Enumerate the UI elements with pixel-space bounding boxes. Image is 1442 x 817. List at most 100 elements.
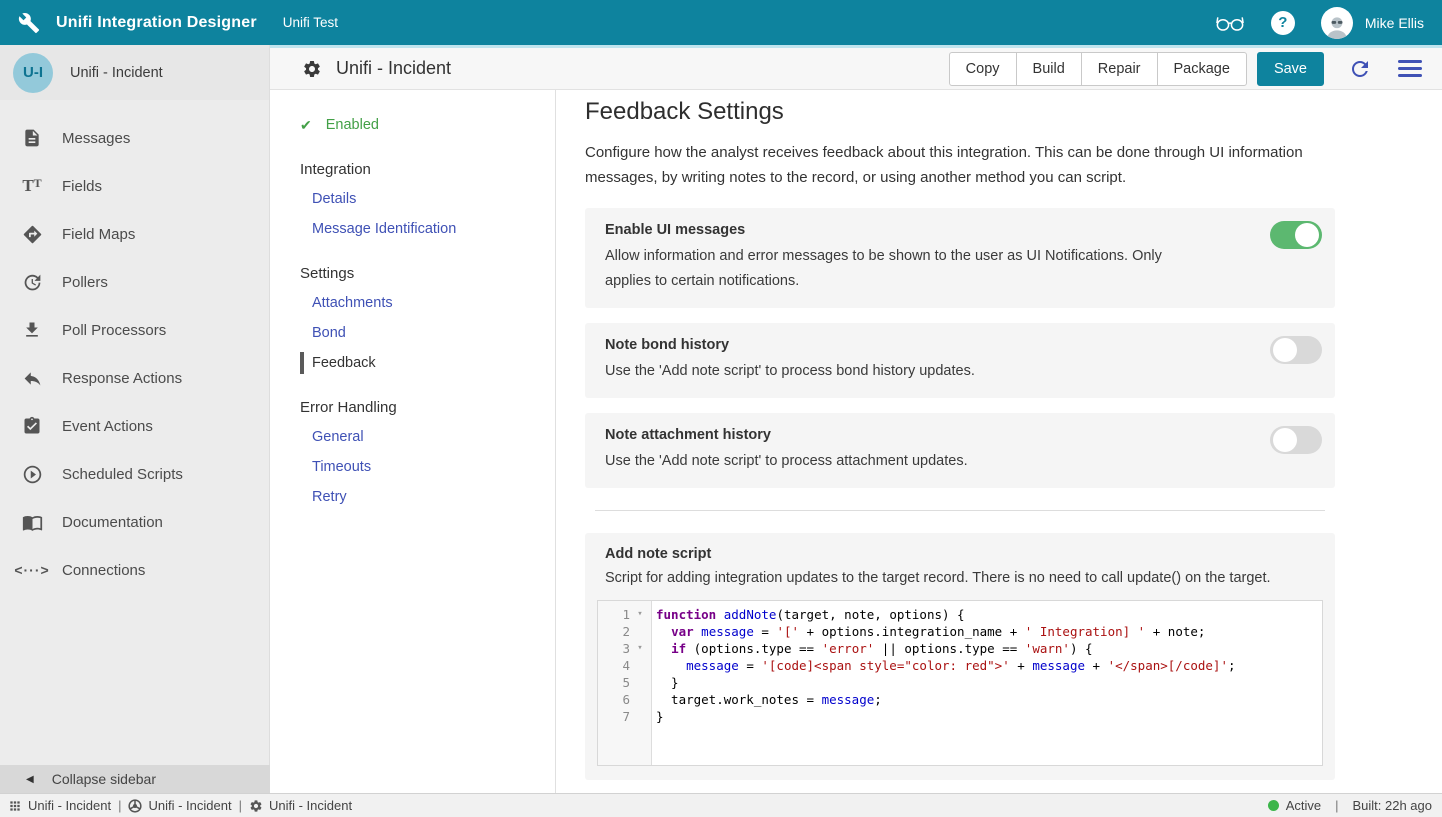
integration-avatar: U-I <box>13 53 53 93</box>
reply-icon <box>20 368 44 389</box>
setting-row-note-bond-history: Note bond history Use the 'Add note scri… <box>585 323 1335 398</box>
nav-link-timeouts[interactable]: Timeouts <box>300 452 555 482</box>
note-attachment-history-toggle[interactable] <box>1270 426 1322 454</box>
repair-button[interactable]: Repair <box>1081 52 1158 86</box>
sidebar-item-label: Poll Processors <box>62 322 166 339</box>
active-status-label: Active <box>1286 798 1321 813</box>
enable-ui-messages-toggle[interactable] <box>1270 221 1322 249</box>
menu-button[interactable] <box>1396 54 1424 83</box>
setting-description: Use the 'Add note script' to process bon… <box>605 359 1165 384</box>
check-icon: ✔ <box>300 117 312 134</box>
page-title: Feedback Settings <box>585 98 1335 126</box>
sidebar-item-label: Documentation <box>62 514 163 531</box>
gear-icon <box>302 59 322 79</box>
content-area: ✔ Enabled Integration Details Message Id… <box>270 90 1442 793</box>
copy-button[interactable]: Copy <box>949 52 1017 86</box>
sidebar-item-label: Scheduled Scripts <box>62 466 183 483</box>
add-note-script-section: Add note script Script for adding integr… <box>585 533 1335 780</box>
page-context-title: Unifi - Incident <box>336 58 451 79</box>
nav-link-retry[interactable]: Retry <box>300 482 555 512</box>
setting-row-enable-ui-messages: Enable UI messages Allow information and… <box>585 208 1335 308</box>
sidebar-item-messages[interactable]: Messages <box>0 114 269 162</box>
code-brackets-icon: <···> <box>20 562 44 578</box>
nav-link-general[interactable]: General <box>300 422 555 452</box>
sidebar-menu: Messages TT Fields Field Maps Pollers Po… <box>0 100 269 594</box>
nav-link-bond[interactable]: Bond <box>300 318 555 348</box>
page-description: Configure how the analyst receives feedb… <box>585 140 1330 190</box>
note-bond-history-toggle[interactable] <box>1270 336 1322 364</box>
sidebar-item-pollers[interactable]: Pollers <box>0 258 269 306</box>
built-timestamp: Built: 22h ago <box>1352 798 1432 813</box>
sidebar-item-label: Pollers <box>62 274 108 291</box>
grid-icon <box>8 799 22 813</box>
header-actions: Copy Build Repair Package Save <box>949 52 1424 86</box>
play-circle-icon <box>20 464 44 485</box>
download-icon <box>20 320 44 340</box>
script-label: Add note script <box>597 546 1323 562</box>
collapse-arrow-icon: ◀ <box>26 774 34 785</box>
setting-label: Note bond history <box>605 337 1315 353</box>
enabled-status[interactable]: ✔ Enabled <box>300 110 555 140</box>
sidebar-item-event-actions[interactable]: Event Actions <box>0 402 269 450</box>
setting-label: Enable UI messages <box>605 222 1315 238</box>
wheel-icon <box>128 799 142 813</box>
sidebar-item-label: Fields <box>62 178 102 195</box>
nav-link-feedback[interactable]: Feedback <box>300 348 555 378</box>
script-description: Script for adding integration updates to… <box>597 570 1323 586</box>
statusbar-context-label: Unifi - Incident <box>148 798 231 813</box>
code-lines: function addNote(target, note, options) … <box>652 601 1236 765</box>
sidebar-item-label: Event Actions <box>62 418 153 435</box>
sidebar-item-label: Connections <box>62 562 145 579</box>
setting-description: Allow information and error messages to … <box>605 244 1165 294</box>
code-editor[interactable]: 1▾23▾4567 function addNote(target, note,… <box>597 600 1323 766</box>
active-status-dot <box>1268 800 1279 811</box>
collapse-sidebar-button[interactable]: ◀ Collapse sidebar <box>0 765 270 793</box>
save-button[interactable]: Save <box>1257 52 1324 86</box>
action-button-group: Copy Build Repair Package <box>949 52 1247 86</box>
nav-link-message-identification[interactable]: Message Identification <box>300 214 555 244</box>
sidebar-item-label: Response Actions <box>62 370 182 387</box>
setting-description: Use the 'Add note script' to process att… <box>605 449 1165 474</box>
sidebar-item-fields[interactable]: TT Fields <box>0 162 269 210</box>
refresh-button[interactable] <box>1346 55 1374 83</box>
user-name: Mike Ellis <box>1365 15 1424 31</box>
status-bar: Unifi - Incident | Unifi - Incident | Un… <box>0 793 1442 817</box>
code-gutter: 1▾23▾4567 <box>598 601 652 765</box>
nav-link-details[interactable]: Details <box>300 184 555 214</box>
user-avatar[interactable] <box>1321 7 1353 39</box>
top-app-bar: Unifi Integration Designer Unifi Test ? … <box>0 0 1442 45</box>
feedback-settings-panel: Feedback Settings Configure how the anal… <box>585 90 1335 793</box>
document-icon <box>20 128 44 148</box>
statusbar-context-integration[interactable]: Unifi - Incident <box>128 798 231 813</box>
sidebar-integration-title: Unifi - Incident <box>70 65 163 81</box>
clock-refresh-icon <box>20 272 44 293</box>
sidebar-item-label: Messages <box>62 130 130 147</box>
sidebar-integration-header[interactable]: U-I Unifi - Incident <box>0 45 269 100</box>
statusbar-context-apps[interactable]: Unifi - Incident <box>8 798 111 813</box>
sidebar-item-response-actions[interactable]: Response Actions <box>0 354 269 402</box>
sidebar: U-I Unifi - Incident Messages TT Fields … <box>0 45 270 793</box>
help-icon[interactable]: ? <box>1271 11 1295 35</box>
sidebar-item-field-maps[interactable]: Field Maps <box>0 210 269 258</box>
statusbar-separator: | <box>1335 798 1338 813</box>
statusbar-context-label: Unifi - Incident <box>28 798 111 813</box>
nav-link-attachments[interactable]: Attachments <box>300 288 555 318</box>
sidebar-item-scheduled-scripts[interactable]: Scheduled Scripts <box>0 450 269 498</box>
wrench-icon <box>18 12 40 34</box>
environment-label: Unifi Test <box>283 15 338 30</box>
build-button[interactable]: Build <box>1016 52 1082 86</box>
sidebar-item-documentation[interactable]: Documentation <box>0 498 269 546</box>
statusbar-context-record[interactable]: Unifi - Incident <box>249 798 352 813</box>
sidebar-item-poll-processors[interactable]: Poll Processors <box>0 306 269 354</box>
sidebar-item-label: Field Maps <box>62 226 135 243</box>
glasses-icon[interactable] <box>1215 13 1245 33</box>
clipboard-check-icon <box>20 416 44 436</box>
sidebar-item-connections[interactable]: <···> Connections <box>0 546 269 594</box>
statusbar-separator: | <box>118 798 121 813</box>
nav-group-integration: Integration <box>300 154 555 184</box>
app-title: Unifi Integration Designer <box>56 14 257 32</box>
nav-group-error-handling: Error Handling <box>300 392 555 422</box>
package-button[interactable]: Package <box>1157 52 1247 86</box>
statusbar-context-label: Unifi - Incident <box>269 798 352 813</box>
gear-icon <box>249 799 263 813</box>
